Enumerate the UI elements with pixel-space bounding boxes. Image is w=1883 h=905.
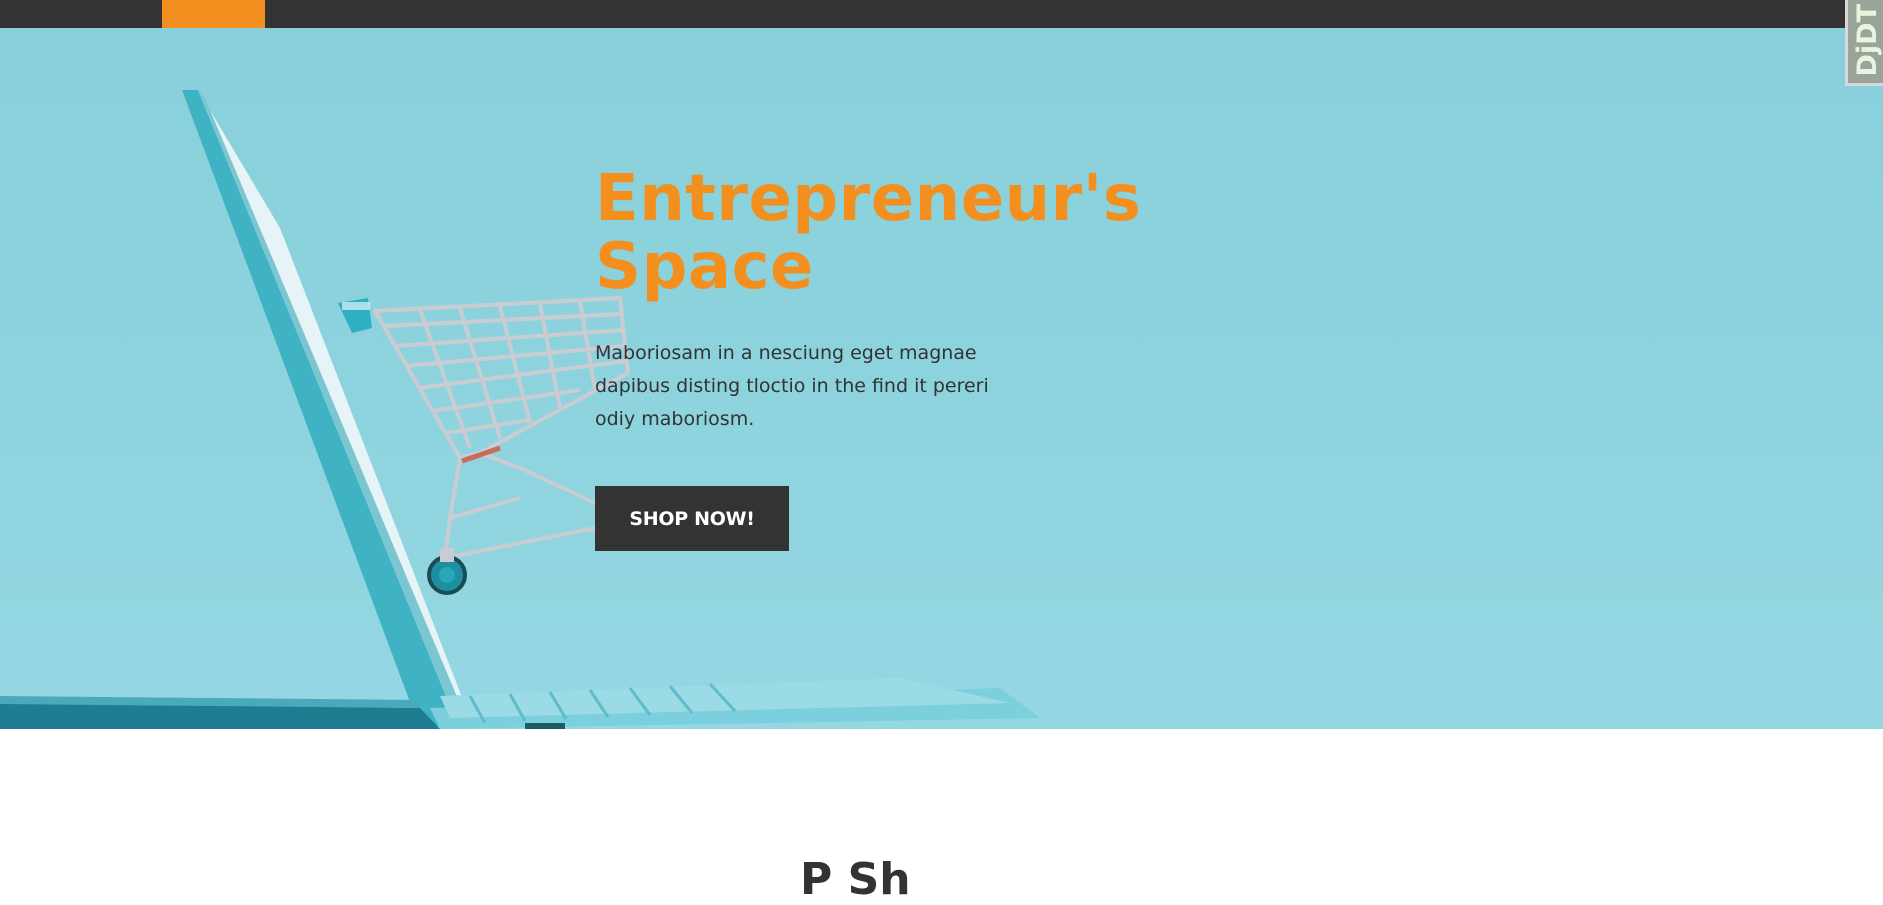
top-navigation-bar (0, 0, 1883, 28)
shop-now-button[interactable]: SHOP NOW! (595, 486, 789, 551)
section-heading: P Sh (800, 854, 911, 905)
debug-toolbar-handle[interactable]: DjDT (1845, 0, 1883, 86)
hero-title-line-1: Entrepreneur's (595, 162, 1142, 236)
hero-content: Entrepreneur's Space Maboriosam in a nes… (595, 165, 1155, 551)
hero-title-line-2: Space (595, 230, 814, 304)
nav-active-item[interactable] (162, 0, 265, 28)
hero-description: Maboriosam in a nesciung eget magnae dap… (595, 342, 989, 430)
debug-toolbar-label: DjDT (1852, 4, 1883, 77)
hero-banner: Entrepreneur's Space Maboriosam in a nes… (0, 28, 1883, 729)
hero-title: Entrepreneur's Space (595, 165, 1155, 301)
